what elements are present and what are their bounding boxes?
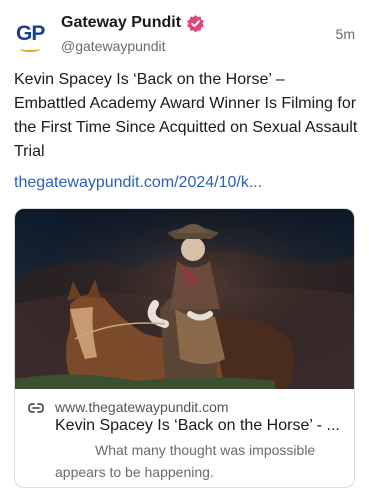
card-description: What many thought was impossible appears… (55, 442, 316, 480)
card-title[interactable]: Kevin Spacey Is ‘Back on the Horse’ - ..… (55, 417, 347, 435)
author-handle[interactable]: @gatewaypundit (61, 38, 166, 54)
verified-badge-icon (187, 14, 204, 33)
post-text: Kevin Spacey Is ‘Back on the Horse’ – Em… (14, 71, 358, 160)
post[interactable]: GP Gateway Pundit @gatewaypundit 5m Kevi… (0, 0, 369, 500)
link-icon (28, 403, 44, 413)
author-name[interactable]: Gateway Pundit (61, 14, 181, 32)
post-link[interactable]: thegatewaypundit.com/2024/10/k... (14, 174, 314, 192)
avatar-swoosh (20, 46, 40, 52)
link-preview-card[interactable]: www.thegatewaypundit.com Kevin Spacey Is… (14, 208, 355, 488)
post-header: GP Gateway Pundit @gatewaypundit 5m (14, 10, 357, 60)
avatar[interactable]: GP (14, 22, 50, 52)
card-domain: www.thegatewaypundit.com (55, 399, 229, 415)
avatar-logo-text: GP (16, 22, 45, 45)
card-image[interactable] (15, 209, 355, 389)
post-timestamp: 5m (335, 26, 355, 42)
